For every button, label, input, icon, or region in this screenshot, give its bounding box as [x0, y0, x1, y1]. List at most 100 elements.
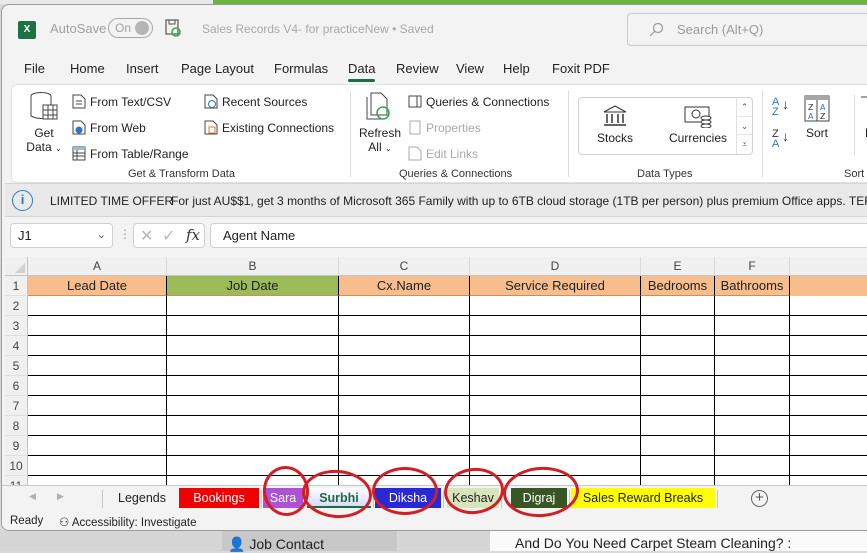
grid-cell[interactable] [641, 436, 715, 456]
grid-cell[interactable] [715, 296, 790, 316]
tab-view[interactable]: View [456, 61, 484, 76]
grid-cell[interactable] [641, 316, 715, 336]
grid-cell[interactable] [28, 396, 167, 416]
grid-cell[interactable] [641, 356, 715, 376]
grid-cell[interactable] [339, 296, 470, 316]
header-cell[interactable]: Bedrooms [641, 276, 715, 296]
column-header-c[interactable]: C [339, 257, 470, 276]
gallery-more-button[interactable]: ⩡ [737, 135, 752, 154]
grid-cell[interactable] [715, 336, 790, 356]
row-header[interactable]: 9 [5, 436, 28, 456]
select-all-corner[interactable] [5, 257, 28, 276]
grid-cell[interactable] [641, 416, 715, 436]
grid-cell[interactable] [28, 436, 167, 456]
grid-cell[interactable] [167, 376, 339, 396]
row-header[interactable]: 2 [5, 296, 28, 316]
name-box[interactable]: J1 ⌄ [10, 223, 113, 248]
column-header-e[interactable]: E [641, 257, 715, 276]
row-header[interactable]: 1 [5, 276, 28, 296]
refresh-all-button[interactable]: Refresh All ⌄ [358, 91, 402, 154]
header-cell[interactable]: Service Required [470, 276, 641, 296]
grid-cell[interactable] [790, 316, 867, 336]
row-header[interactable]: 10 [5, 456, 28, 476]
search-box[interactable]: Search (Alt+Q) [627, 13, 867, 46]
grid-cell[interactable] [641, 456, 715, 476]
grid-cell[interactable] [167, 436, 339, 456]
grid-cell[interactable] [790, 336, 867, 356]
sheet-tab-digraj[interactable]: Digraj [511, 488, 567, 508]
insert-function-icon[interactable]: fx [186, 226, 200, 244]
row-header[interactable]: 11 [5, 476, 28, 485]
gallery-up-button[interactable]: ⌃ [737, 98, 752, 117]
grid-cell[interactable] [715, 416, 790, 436]
grid-cell[interactable] [470, 416, 641, 436]
tab-help[interactable]: Help [503, 61, 530, 76]
grid-cell[interactable] [339, 456, 470, 476]
grid-cell[interactable] [641, 476, 715, 485]
grid-cell[interactable] [339, 476, 470, 485]
grid-cell[interactable] [790, 296, 867, 316]
grid-cell[interactable] [28, 416, 167, 436]
grid-cell[interactable] [715, 356, 790, 376]
grid-cell[interactable] [339, 316, 470, 336]
grid-cell[interactable] [167, 336, 339, 356]
document-title[interactable]: Sales Records V4- for practiceNew • Save… [202, 22, 434, 36]
currencies-button[interactable]: Currencies [669, 104, 727, 145]
row-header[interactable]: 6 [5, 376, 28, 396]
grid-cell[interactable] [715, 376, 790, 396]
grid-cell[interactable] [167, 416, 339, 436]
row-header[interactable]: 4 [5, 336, 28, 356]
column-header-a[interactable]: A [28, 257, 167, 276]
grid-cell[interactable] [470, 356, 641, 376]
grid-cell[interactable] [339, 416, 470, 436]
grid-cell[interactable] [167, 316, 339, 336]
sheet-tab-diksha[interactable]: Diksha [375, 488, 441, 508]
grid-cell[interactable] [470, 316, 641, 336]
grid-cell[interactable] [28, 376, 167, 396]
grid-cell[interactable] [339, 436, 470, 456]
header-cell[interactable]: Cx.Name [339, 276, 470, 296]
grid-cell[interactable] [641, 376, 715, 396]
row-header[interactable]: 3 [5, 316, 28, 336]
tab-review[interactable]: Review [396, 61, 439, 76]
sort-z-to-a-button[interactable]: Z A ↓ [772, 129, 789, 150]
sheet-tab-sales-reward-breaks[interactable]: Sales Reward Breaks [571, 488, 715, 508]
grid-cell[interactable] [715, 476, 790, 485]
sort-a-to-z-button[interactable]: A Z ↓ [772, 97, 789, 118]
column-header-f[interactable]: F [715, 257, 790, 276]
queries-connections-button[interactable]: Queries & Connections [408, 94, 549, 109]
grid-cell[interactable] [470, 396, 641, 416]
add-sheet-button[interactable]: + [751, 490, 768, 507]
grid-cell[interactable] [167, 296, 339, 316]
tab-insert[interactable]: Insert [126, 61, 159, 76]
grid-cell[interactable] [470, 456, 641, 476]
grid-cell[interactable] [167, 476, 339, 485]
grid-cell[interactable] [167, 356, 339, 376]
sheet-tab-surbhi[interactable]: Surbhi [307, 488, 371, 508]
enter-check-icon[interactable]: ✓ [162, 226, 175, 246]
stocks-button[interactable]: Stocks [597, 104, 633, 145]
save-sync-icon[interactable] [165, 19, 181, 37]
sort-button[interactable]: ZAAZ Sort [804, 95, 830, 140]
grid-cell[interactable] [641, 296, 715, 316]
from-text-csv-button[interactable]: From Text/CSV [72, 94, 171, 109]
tab-page-layout[interactable]: Page Layout [181, 61, 254, 76]
recent-sources-button[interactable]: Recent Sources [204, 94, 307, 109]
edit-links-button[interactable]: Edit Links [408, 146, 478, 161]
grid-cell[interactable] [715, 456, 790, 476]
sheet-tab-bookings[interactable]: Bookings [179, 488, 259, 508]
row-header[interactable]: 5 [5, 356, 28, 376]
row-header[interactable]: 8 [5, 416, 28, 436]
header-cell[interactable]: Bathrooms [715, 276, 790, 296]
grid-cell[interactable] [28, 296, 167, 316]
grid-cell[interactable] [790, 416, 867, 436]
from-web-button[interactable]: From Web [72, 120, 146, 135]
formula-bar-grip[interactable]: ⋮ [119, 227, 131, 241]
from-table-range-button[interactable]: From Table/Range [72, 146, 189, 161]
grid-cell[interactable] [470, 296, 641, 316]
grid-cell[interactable] [339, 336, 470, 356]
header-cell[interactable]: Lead Date [28, 276, 167, 296]
existing-connections-button[interactable]: Existing Connections [204, 120, 334, 135]
grid-cell[interactable] [790, 456, 867, 476]
grid-cell[interactable] [167, 456, 339, 476]
